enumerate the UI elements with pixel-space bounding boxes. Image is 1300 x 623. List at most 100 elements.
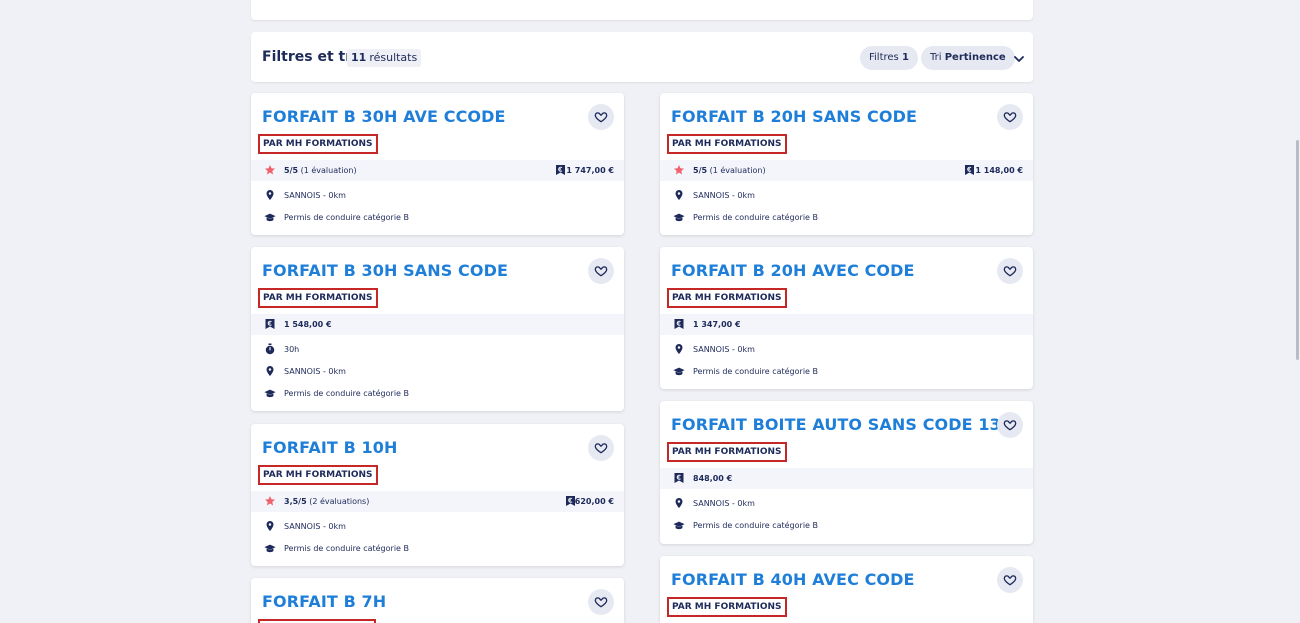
card-title[interactable]: FORFAIT BOITE AUTO SANS CODE 13H [671,415,1014,434]
rating-row: 3,5/5 (2 évaluations) 620,00 € [251,491,624,512]
card-title[interactable]: FORFAIT B 20H SANS CODE [671,107,917,126]
sort-button[interactable]: Tri Pertinence [921,46,1015,70]
favorite-button[interactable] [588,258,614,284]
location-row: SANNOIS - 0km [251,185,624,206]
price-value: 1 747,00 € [566,166,614,175]
chevron-down-icon[interactable] [1012,52,1026,66]
card-organization: PAR MH FORMATIONS [258,134,378,154]
location-row: SANNOIS - 0km [251,361,624,382]
training-card[interactable]: FORFAIT B 30H SANS CODE PAR MH FORMATION… [251,247,624,411]
filters-count: 1 [901,52,909,63]
location-row: SANNOIS - 0km [660,339,1033,360]
graduation-cap-icon [673,519,685,531]
card-title[interactable]: FORFAIT B 10H [262,438,398,457]
card-title[interactable]: FORFAIT B 30H SANS CODE [262,261,508,280]
card-organization: PAR MH FORMATIONS [258,465,378,485]
favorite-button[interactable] [588,435,614,461]
category-row: Permis de conduire catégorie B [251,383,624,404]
favorite-button[interactable] [588,104,614,130]
card-title[interactable]: FORFAIT B 7H [262,592,386,611]
heart-outline-icon [1003,264,1017,278]
card-title[interactable]: FORFAIT B 20H AVEC CODE [671,261,915,280]
graduation-cap-icon [673,211,685,223]
page-scrollbar[interactable] [1296,140,1299,360]
rating-row: 5/5 (1 évaluation) 1 148,00 € [660,160,1033,181]
filters-button[interactable]: Filtres 1 [860,46,918,70]
rating-row: 5/5 (1 évaluation) 1 747,00 € [251,160,624,181]
graduation-cap-icon [264,542,276,554]
training-card[interactable]: FORFAIT B 30H AVE CCODE PAR MH FORMATION… [251,93,624,235]
price-tag-icon [673,472,685,484]
price-tag-icon [964,164,975,176]
duration-row: 30h [251,339,624,360]
training-card[interactable]: FORFAIT B 7H [251,578,624,623]
star-icon [264,495,276,507]
price-value: 1 347,00 € [693,320,741,329]
heart-outline-icon [594,595,608,609]
graduation-cap-icon [264,387,276,399]
category-row: Permis de conduire catégorie B [660,515,1033,536]
map-pin-icon [264,520,276,532]
location-text: SANNOIS - 0km [693,191,755,200]
rating-value: 5/5 [284,166,299,175]
card-title[interactable]: FORFAIT B 30H AVE CCODE [262,107,506,126]
price-value: 1 148,00 € [975,166,1023,175]
results-count-badge: 11 résultats [347,49,422,67]
filters-label: Filtres [869,52,899,63]
duration-text: 30h [284,345,300,354]
training-card[interactable]: FORFAIT B 20H AVEC CODE PAR MH FORMATION… [660,247,1033,389]
category-row: Permis de conduire catégorie B [660,207,1033,228]
category-row: Permis de conduire catégorie B [251,207,624,228]
favorite-button[interactable] [997,104,1023,130]
price-row: 848,00 € [660,468,1033,489]
heart-outline-icon [594,441,608,455]
rating-count: (1 évaluation) [709,166,766,175]
card-organization: PAR MH FORMATIONS [667,288,787,308]
heart-outline-icon [1003,418,1017,432]
heart-outline-icon [1003,573,1017,587]
star-icon [673,164,685,176]
graduation-cap-icon [673,365,685,377]
training-card[interactable]: FORFAIT B 20H SANS CODE PAR MH FORMATION… [660,93,1033,235]
results-count: 11 [351,51,367,64]
rating-value: 3,5/5 [284,497,307,506]
heart-outline-icon [1003,110,1017,124]
location-text: SANNOIS - 0km [284,367,346,376]
map-pin-icon [264,189,276,201]
rating-count: (2 évaluations) [309,497,370,506]
map-pin-icon [673,497,685,509]
category-text: Permis de conduire catégorie B [284,213,409,222]
price-tag-icon [555,164,566,176]
graduation-cap-icon [264,211,276,223]
price-tag-icon [264,318,276,330]
map-pin-icon [673,343,685,355]
results-label: résultats [369,51,418,64]
sort-value: Pertinence [944,52,1006,63]
favorite-button[interactable] [997,258,1023,284]
location-row: SANNOIS - 0km [660,185,1033,206]
location-text: SANNOIS - 0km [284,191,346,200]
category-text: Permis de conduire catégorie B [693,213,818,222]
filter-sort-title: Filtres et tri [262,49,357,65]
favorite-button[interactable] [588,589,614,615]
card-organization: PAR MH FORMATIONS [258,288,378,308]
heart-outline-icon [594,110,608,124]
star-icon [264,164,276,176]
card-organization: PAR MH FORMATIONS [667,442,787,462]
previous-section-panel [251,0,1033,20]
location-text: SANNOIS - 0km [693,345,755,354]
card-title[interactable]: FORFAIT B 40H AVEC CODE [671,570,915,589]
favorite-button[interactable] [997,412,1023,438]
category-text: Permis de conduire catégorie B [284,544,409,553]
training-card[interactable]: FORFAIT BOITE AUTO SANS CODE 13H PAR MH … [660,401,1033,544]
category-row: Permis de conduire catégorie B [660,361,1033,382]
heart-outline-icon [594,264,608,278]
card-organization-highlight [258,619,376,623]
rating-value: 5/5 [693,166,708,175]
favorite-button[interactable] [997,567,1023,593]
sort-label: Tri [930,52,942,63]
price-value: 620,00 € [574,497,614,506]
training-card[interactable]: FORFAIT B 40H AVEC CODE PAR MH FORMATION… [660,556,1033,623]
location-text: SANNOIS - 0km [693,499,755,508]
training-card[interactable]: FORFAIT B 10H PAR MH FORMATIONS 3,5/5 (2… [251,424,624,566]
